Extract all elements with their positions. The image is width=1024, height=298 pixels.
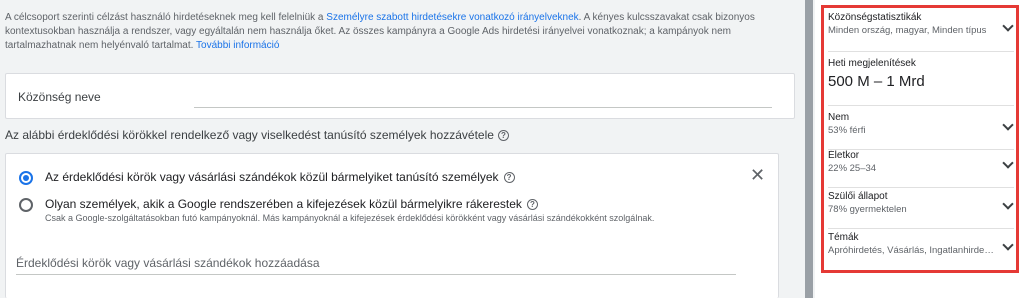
- radio-selected-icon[interactable]: [19, 171, 33, 185]
- option-search-terms-hint: Csak a Google-szolgáltatásokban futó kam…: [45, 213, 655, 223]
- section-title-text: Az alábbi érdeklődési körökkel rendelkez…: [5, 128, 494, 142]
- audience-name-card: Közönség neve: [5, 73, 795, 119]
- personalized-ads-policy-link[interactable]: Személyre szabott hirdetésekre vonatkozó…: [326, 12, 578, 23]
- option-interests-label: Az érdeklődési körök vagy vásárlási szán…: [45, 170, 499, 184]
- panel-divider[interactable]: [805, 0, 813, 298]
- learn-more-link[interactable]: További információ: [196, 40, 279, 51]
- option-interests[interactable]: Az érdeklődési körök vagy vásárlási szán…: [19, 170, 515, 185]
- section-title: Az alábbi érdeklődési körökkel rendelkez…: [5, 128, 509, 142]
- notice-text-1: A célcsoport szerinti célzást használó h…: [5, 12, 327, 23]
- help-icon[interactable]: ?: [497, 129, 509, 141]
- help-icon[interactable]: ?: [503, 171, 515, 183]
- audience-name-label: Közönség neve: [18, 90, 101, 104]
- audience-name-input[interactable]: [194, 84, 772, 108]
- main-panel: A célcsoport szerinti célzást használó h…: [0, 0, 800, 298]
- help-icon[interactable]: ?: [526, 198, 538, 210]
- option-search-terms[interactable]: Olyan személyek, akik a Google rendszeré…: [19, 197, 654, 223]
- close-icon[interactable]: ✕: [750, 166, 765, 184]
- policy-notice: A célcsoport szerinti célzást használó h…: [5, 11, 795, 53]
- interests-search-input[interactable]: [16, 251, 736, 275]
- highlight-box: [821, 5, 1019, 273]
- option-search-terms-label: Olyan személyek, akik a Google rendszeré…: [45, 197, 522, 211]
- options-card: Az érdeklődési körök vagy vásárlási szán…: [5, 153, 779, 298]
- radio-unselected-icon[interactable]: [19, 198, 33, 212]
